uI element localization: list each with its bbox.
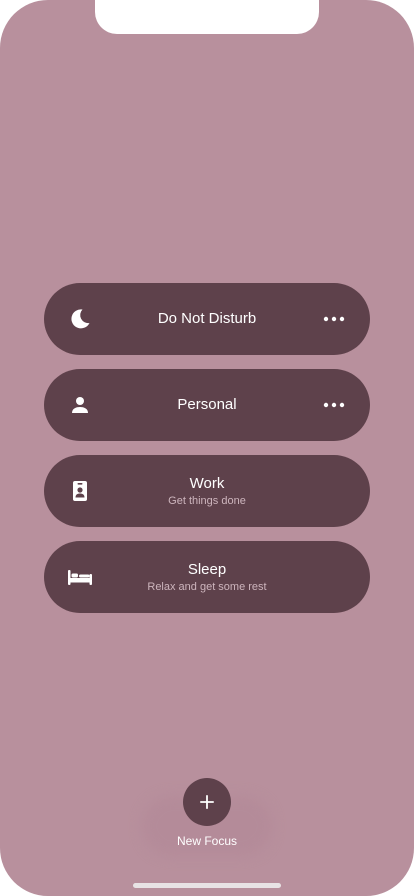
home-indicator[interactable] bbox=[133, 883, 281, 888]
focus-mode-title: Personal bbox=[177, 396, 237, 413]
focus-mode-work[interactable]: Work Get things done bbox=[44, 455, 370, 527]
bed-icon bbox=[66, 565, 94, 589]
new-focus-button[interactable] bbox=[183, 778, 231, 826]
ellipsis-icon bbox=[323, 402, 345, 408]
person-icon bbox=[68, 393, 92, 417]
ellipsis-icon bbox=[323, 316, 345, 322]
moon-icon bbox=[68, 307, 92, 331]
id-badge-icon bbox=[68, 479, 92, 503]
device-notch bbox=[95, 0, 319, 34]
more-options-button[interactable] bbox=[322, 395, 346, 415]
plus-icon bbox=[200, 795, 214, 809]
focus-mode-title: Do Not Disturb bbox=[157, 310, 257, 327]
focus-mode-title: Work bbox=[189, 474, 225, 492]
focus-mode-subtitle: Get things done bbox=[168, 494, 246, 507]
new-focus: New Focus bbox=[0, 778, 414, 856]
focus-mode-personal[interactable]: Personal bbox=[44, 369, 370, 441]
focus-mode-do-not-disturb[interactable]: Do Not Disturb bbox=[44, 283, 370, 355]
focus-mode-title: Sleep bbox=[187, 560, 227, 578]
focus-mode-subtitle: Relax and get some rest bbox=[147, 580, 267, 593]
more-options-button[interactable] bbox=[322, 309, 346, 329]
focus-screen: Do Not Disturb Personal Work Get things … bbox=[0, 0, 414, 896]
new-focus-label[interactable]: New Focus bbox=[177, 834, 237, 848]
focus-mode-list: Do Not Disturb Personal Work Get things … bbox=[44, 283, 370, 627]
focus-mode-sleep[interactable]: Sleep Relax and get some rest bbox=[44, 541, 370, 613]
